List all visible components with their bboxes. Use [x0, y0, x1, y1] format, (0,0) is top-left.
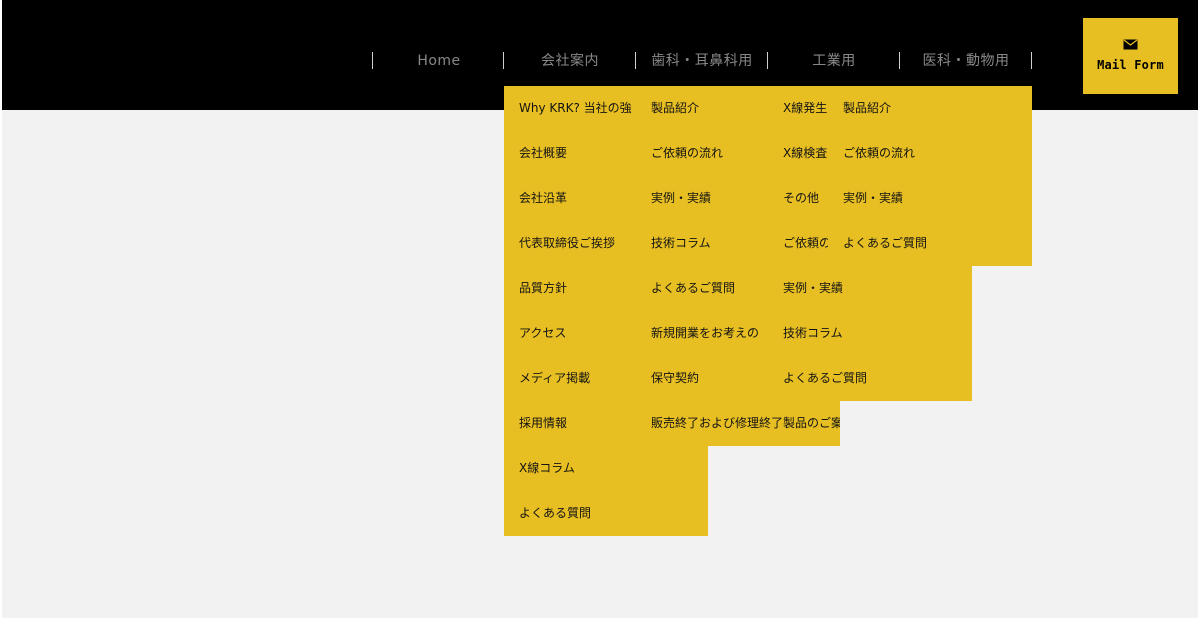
nav-divider: [1031, 52, 1032, 69]
menu-item-industrial-faq[interactable]: よくあるご質問: [768, 356, 972, 401]
menu-item-industrial-request[interactable]: ご依頼の: [768, 221, 828, 266]
nav-divider: [635, 52, 636, 69]
nav-company[interactable]: 会社案内: [505, 50, 635, 72]
mail-icon: [1123, 39, 1138, 50]
menu-item-industrial-cases[interactable]: 実例・実績: [768, 266, 972, 311]
nav-divider: [899, 52, 900, 69]
mail-form-button[interactable]: Mail Form: [1083, 18, 1178, 94]
nav-medical[interactable]: 医科・動物用: [901, 50, 1031, 72]
menu-item-industrial-inspection[interactable]: X線検査: [768, 131, 828, 176]
mail-form-label: Mail Form: [1097, 58, 1164, 72]
dropdown-medical: 製品紹介 ご依頼の流れ 実例・実績 よくあるご質問: [828, 86, 1032, 266]
menu-item-why-krk[interactable]: Why KRK? 当社の強: [504, 86, 636, 131]
nav-home[interactable]: Home: [374, 50, 504, 72]
menu-item-medical-faq[interactable]: よくあるご質問: [828, 221, 1032, 266]
menu-item-xray-column[interactable]: X線コラム: [504, 446, 708, 491]
menu-item-industrial-column[interactable]: 技術コラム: [768, 311, 972, 356]
menu-item-medical-flow[interactable]: ご依頼の流れ: [828, 131, 1032, 176]
nav-divider: [372, 52, 373, 69]
menu-item-industrial-generator[interactable]: X線発生: [768, 86, 828, 131]
dental-discontinued-overflow-mask: [840, 401, 880, 446]
nav-divider: [503, 52, 504, 69]
menu-item-dental-new-clinic[interactable]: 新規開業をお考えの: [636, 311, 768, 356]
nav-industrial[interactable]: 工業用: [769, 50, 899, 72]
menu-item-medical-cases[interactable]: 実例・実績: [828, 176, 1032, 221]
menu-item-faq[interactable]: よくある質問: [504, 491, 708, 536]
menu-item-dental-discontinued[interactable]: 販売終了および修理終了製品のご案内: [636, 401, 840, 446]
menu-item-medical-products[interactable]: 製品紹介: [828, 86, 1032, 131]
menu-item-industrial-other[interactable]: その他: [768, 176, 828, 221]
nav-dental[interactable]: 歯科・耳鼻科用: [637, 50, 767, 72]
nav-divider: [767, 52, 768, 69]
